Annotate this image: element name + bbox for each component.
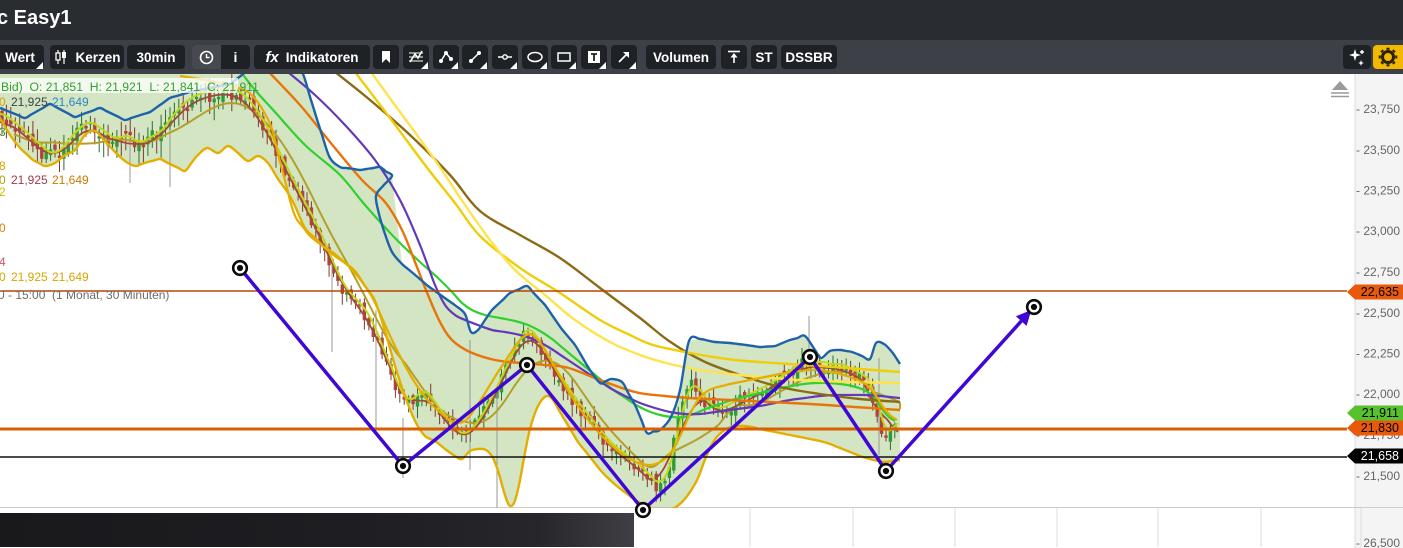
svg-text:21,911: 21,911: [1362, 406, 1399, 420]
svg-text:0: 0: [0, 95, 6, 109]
svg-text:2: 2: [0, 185, 6, 199]
svg-text:4: 4: [0, 255, 6, 269]
svg-text:- 26,500: - 26,500: [1356, 536, 1400, 548]
svg-text:21,649: 21,649: [52, 95, 89, 109]
svg-text:22,635: 22,635: [1361, 285, 1399, 299]
svg-text:- 21,500: - 21,500: [1356, 469, 1400, 483]
svg-text:21,649: 21,649: [52, 270, 89, 284]
svg-text:21,658: 21,658: [1361, 449, 1399, 463]
svg-text:21,925: 21,925: [11, 270, 48, 284]
svg-text:21,925: 21,925: [11, 95, 48, 109]
svg-text:- 23,750: - 23,750: [1356, 102, 1400, 116]
svg-text:3: 3: [0, 125, 6, 139]
svg-text:- 23,500: - 23,500: [1356, 143, 1400, 157]
svg-text:- 22,500: - 22,500: [1356, 306, 1400, 320]
svg-text:- 22,250: - 22,250: [1356, 347, 1400, 361]
svg-text:21,649: 21,649: [52, 173, 89, 187]
svg-text:- 23,000: - 23,000: [1356, 224, 1400, 238]
svg-text:21,830: 21,830: [1361, 421, 1399, 435]
svg-text:- 22,000: - 22,000: [1356, 387, 1400, 401]
svg-text:- 23,250: - 23,250: [1356, 184, 1400, 198]
svg-text:8: 8: [0, 159, 6, 173]
svg-text:- 22,750: - 22,750: [1356, 265, 1400, 279]
svg-text:21,925: 21,925: [11, 173, 48, 187]
svg-text:Bid) O: 21,851 H: 21,921 L:: Bid) O: 21,851 H: 21,921 L: 21,841 C: 21…: [1, 80, 259, 94]
svg-text:0: 0: [0, 221, 6, 235]
svg-text:0 - 15:00 (1 Monat, 30 Minute: 0 - 15:00 (1 Monat, 30 Minuten): [0, 288, 169, 302]
svg-text:0: 0: [0, 270, 6, 284]
